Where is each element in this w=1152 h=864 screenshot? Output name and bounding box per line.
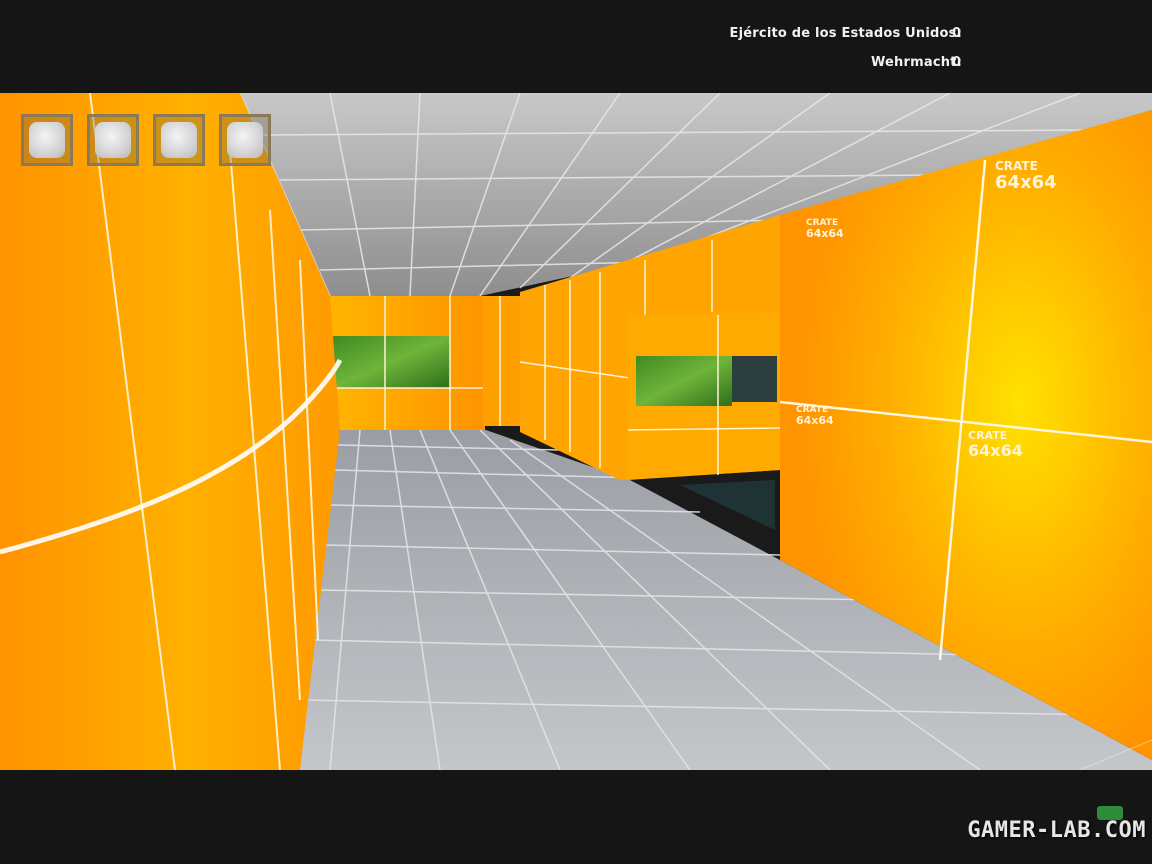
crate-size-text: 64x64 [968,441,1023,460]
empty-slot-icon [29,122,65,158]
crate-label-large: CRATE 64x64 [995,160,1057,193]
axis-team-label: Wehrmacht: [870,55,962,70]
crate-label-mid: CRATE 64x64 [968,430,1023,460]
watermark-text: GAMER-LAB.COM [967,818,1146,843]
empty-slot-icon [95,122,131,158]
crate-size-text: 64x64 [796,414,834,427]
empty-slot-icon [161,122,197,158]
crate-size-text: 64x64 [995,172,1057,193]
allies-team-label: Ejército de los Estados Unidos: [729,26,962,41]
crate-label-small: CRATE 64x64 [806,218,844,240]
hud-bottom-bar [0,770,1152,864]
inventory-slot-2[interactable] [87,114,139,166]
crate-label-small-2: CRATE 64x64 [796,405,834,427]
crate-size-text: 64x64 [806,227,844,240]
inventory-slot-4[interactable] [219,114,271,166]
inventory-slot-3[interactable] [153,114,205,166]
axis-team-score: 0 [952,55,962,70]
inventory-slot-1[interactable] [21,114,73,166]
allies-team-score: 0 [952,26,962,41]
empty-slot-icon [227,122,263,158]
hud-top-bar [0,0,1152,93]
